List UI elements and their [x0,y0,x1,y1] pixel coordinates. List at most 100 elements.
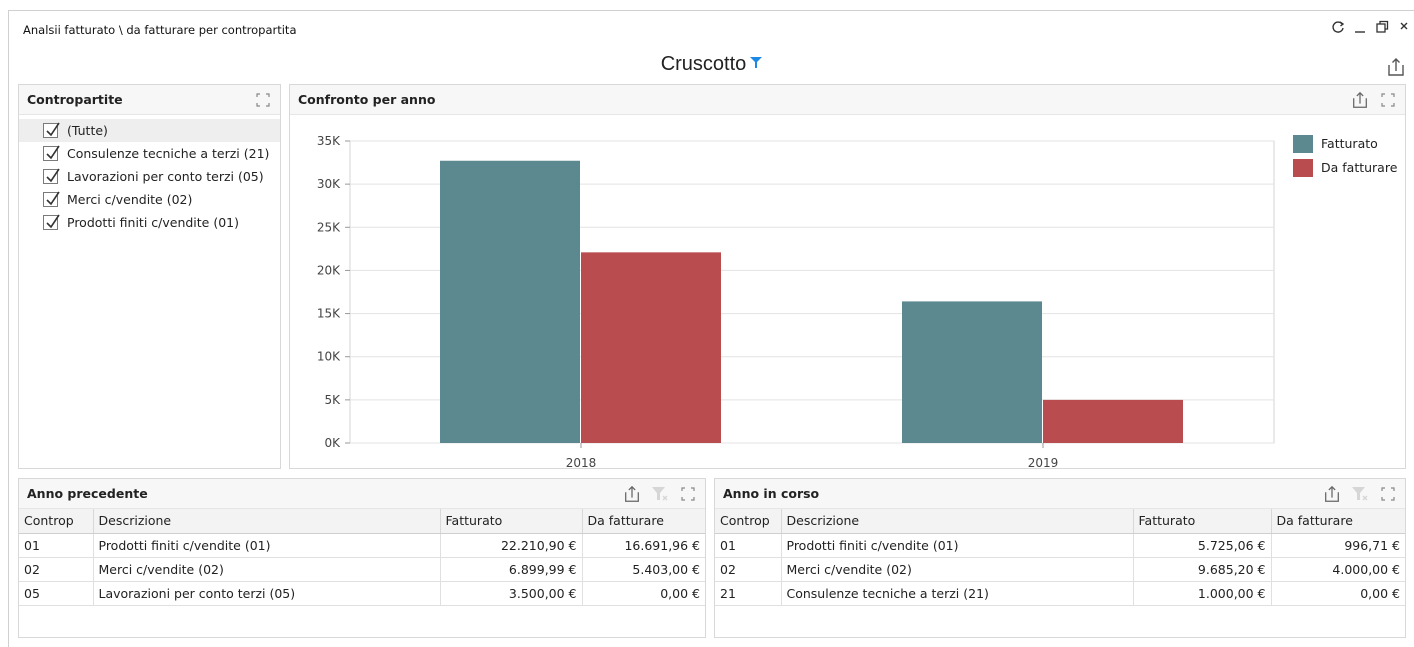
cell-da-fatturare: 4.000,00 € [1271,557,1405,582]
cell-fatturato: 22.210,90 € [440,533,583,558]
dashboard-title-bar: Cruscotto [9,53,1414,76]
cell-controp: 01 [715,533,782,558]
panel-title: Anno precedente [27,486,148,501]
column-header-descrizione[interactable]: Descrizione [781,509,1134,534]
x-tick-label: 2019 [1028,456,1059,468]
column-header-da-fatturare[interactable]: Da fatturare [582,509,705,534]
export-icon[interactable] [1323,485,1341,503]
maximize-icon[interactable] [254,91,272,109]
dashboard-export-icon[interactable] [1386,57,1406,80]
anno-in-corso-panel: Anno in corso Controp Descrizione Fattur… [714,478,1406,638]
y-tick-label: 25K [317,220,341,234]
cell-da-fatturare: 0,00 € [582,581,705,606]
panel-title: Anno in corso [723,486,820,501]
bar-chart: 0K 5K 10K 15K 20K 25K 30K 35K 2018 2019 Fatturato D… [317,134,1398,468]
cell-controp: 02 [715,557,782,582]
checkbox-label: Consulenze tecniche a terzi (21) [67,146,270,161]
table-row[interactable]: 01 Prodotti finiti c/vendite (01) 22.210… [19,533,705,558]
export-icon[interactable] [623,485,641,503]
cell-fatturato: 6.899,99 € [440,557,583,582]
checkbox-checked-icon[interactable] [43,145,60,161]
bar-da-fatturare [581,252,721,443]
cell-fatturato: 1.000,00 € [1133,581,1272,606]
column-header-controp[interactable]: Controp [715,509,782,534]
table-header-row: Controp Descrizione Fatturato Da fattura… [19,509,705,534]
column-header-descrizione[interactable]: Descrizione [93,509,441,534]
close-icon[interactable] [1396,19,1412,35]
checkbox-checked-icon[interactable] [43,214,60,230]
y-tick-label: 0K [324,436,341,450]
checkbox-checked-icon[interactable] [43,191,60,207]
cell-da-fatturare: 5.403,00 € [582,557,705,582]
maximize-icon[interactable] [1379,485,1397,503]
y-tick-label: 35K [317,134,341,148]
export-icon[interactable] [1351,91,1369,109]
window-controls [1330,19,1412,35]
cell-controp: 05 [19,581,94,606]
column-header-fatturato[interactable]: Fatturato [440,509,583,534]
y-tick-label: 20K [317,263,341,277]
panel-header: Anno in corso [715,479,1405,509]
checkbox-item-02[interactable]: Merci c/vendite (02) [19,188,280,211]
contropartite-panel: Contropartite (Tutte) Consulenze tecnich… [18,84,281,469]
table-row[interactable]: 01 Prodotti finiti c/vendite (01) 5.725,… [715,533,1405,558]
window-title: Analsii fatturato \ da fatturare per con… [23,23,297,37]
dashboard-title: Cruscotto [660,53,747,75]
cell-descrizione: Prodotti finiti c/vendite (01) [781,533,1134,558]
restore-icon[interactable] [1374,19,1390,35]
bar-da-fatturare [1043,399,1183,443]
checkbox-item-05[interactable]: Lavorazioni per conto terzi (05) [19,165,280,188]
checkbox-checked-icon[interactable] [43,168,60,184]
cell-descrizione: Merci c/vendite (02) [781,557,1134,582]
legend-swatch [1293,135,1313,153]
clear-filter-icon[interactable] [1351,485,1369,503]
contropartite-list: (Tutte) Consulenze tecniche a terzi (21)… [19,115,280,234]
column-header-da-fatturare[interactable]: Da fatturare [1271,509,1405,534]
cell-fatturato: 3.500,00 € [440,581,583,606]
panel-title: Confronto per anno [298,92,436,107]
legend-swatch [1293,159,1313,177]
panel-header: Anno precedente [19,479,705,509]
maximize-icon[interactable] [1379,91,1397,109]
checkbox-label: (Tutte) [67,123,108,138]
cell-fatturato: 5.725,06 € [1133,533,1272,558]
chart-panel: Confronto per anno 0K 5K 10K 15K 20K 25K 30K 35… [289,84,1406,469]
checkbox-label: Merci c/vendite (02) [67,192,193,207]
column-header-controp[interactable]: Controp [19,509,94,534]
maximize-icon[interactable] [679,485,697,503]
cell-controp: 02 [19,557,94,582]
table-row[interactable]: 21 Consulenze tecniche a terzi (21) 1.00… [715,581,1405,606]
legend-label: Fatturato [1321,136,1378,151]
checkbox-checked-icon[interactable] [43,122,60,138]
clear-filter-icon[interactable] [651,485,669,503]
cell-da-fatturare: 16.691,96 € [582,533,705,558]
minimize-icon[interactable] [1352,19,1368,35]
cell-da-fatturare: 0,00 € [1271,581,1405,606]
checkbox-item-21[interactable]: Consulenze tecniche a terzi (21) [19,142,280,165]
panel-header: Contropartite [19,85,280,115]
checkbox-label: Lavorazioni per conto terzi (05) [67,169,264,184]
bar-fatturato [902,301,1042,443]
anno-in-corso-table: Controp Descrizione Fatturato Da fattura… [715,509,1405,606]
panel-header: Confronto per anno [290,85,1405,115]
panel-title: Contropartite [27,92,123,107]
bar-fatturato [440,160,580,443]
y-tick-label: 5K [324,393,341,407]
table-row[interactable]: 05 Lavorazioni per conto terzi (05) 3.50… [19,581,705,606]
anno-precedente-panel: Anno precedente Controp Descrizione Fatt… [18,478,706,638]
table-row[interactable]: 02 Merci c/vendite (02) 6.899,99 € 5.403… [19,557,705,582]
checkbox-label: Prodotti finiti c/vendite (01) [67,215,240,230]
column-header-fatturato[interactable]: Fatturato [1133,509,1272,534]
legend-label: Da fatturare [1321,160,1398,175]
anno-precedente-table: Controp Descrizione Fatturato Da fattura… [19,509,705,606]
checkbox-item-tutte[interactable]: (Tutte) [19,119,280,142]
cell-controp: 21 [715,581,782,606]
table-row[interactable]: 02 Merci c/vendite (02) 9.685,20 € 4.000… [715,557,1405,582]
filter-icon[interactable] [750,53,763,76]
refresh-icon[interactable] [1330,19,1346,35]
cell-controp: 01 [19,533,94,558]
checkbox-item-01[interactable]: Prodotti finiti c/vendite (01) [19,211,280,234]
y-tick-label: 10K [317,350,341,364]
x-tick-label: 2018 [566,456,597,468]
y-tick-label: 15K [317,307,341,321]
